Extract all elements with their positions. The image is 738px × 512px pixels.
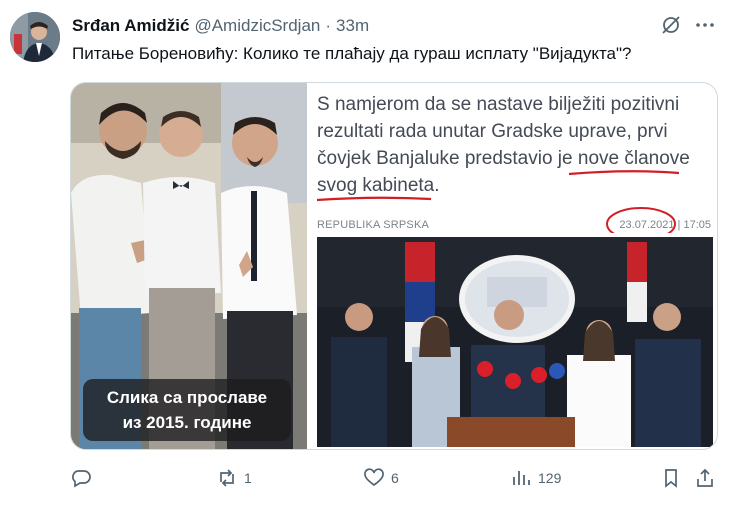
author-name[interactable]: Srđan Amidžić — [72, 16, 189, 36]
reply-icon — [72, 470, 91, 488]
share-icon — [697, 468, 713, 487]
article-screenshot: S namjerom da se nastave bilježiti pozit… — [307, 83, 717, 449]
bookmark-button[interactable] — [660, 466, 682, 490]
repost-button[interactable]: 1 — [216, 466, 252, 490]
repost-count: 1 — [244, 470, 252, 486]
share-button[interactable] — [694, 466, 716, 490]
views-icon — [513, 471, 530, 485]
article-time: 17:05 — [683, 219, 711, 231]
like-icon — [364, 468, 384, 487]
tweet-actions: 1 6 129 — [70, 466, 720, 490]
separator-dot: · — [325, 16, 332, 35]
views-count: 129 — [538, 470, 562, 486]
more-icon[interactable] — [694, 14, 716, 41]
tweet-media[interactable]: Слика са прославе из 2015. године S namj… — [70, 82, 718, 450]
author-handle[interactable]: @AmidzicSrdjan — [194, 16, 320, 36]
article-date: 23.07.2021 | 17:05 — [619, 219, 711, 231]
bookmark-icon — [665, 469, 677, 488]
caption-line-1: Слика са прославе — [106, 388, 268, 407]
views-button[interactable]: 129 — [510, 466, 561, 490]
like-count: 6 — [391, 470, 399, 486]
grok-icon[interactable] — [660, 14, 682, 41]
like-button[interactable]: 6 — [363, 466, 399, 490]
repost-icon — [220, 469, 234, 487]
press-conference-photo — [317, 237, 713, 447]
photo-caption: Слика са прославе из 2015. године — [83, 379, 291, 441]
article-date-value: 23.07.2021 — [619, 219, 675, 231]
caption-line-2: из 2015. године — [122, 413, 252, 432]
tweet-header: Srđan Amidžić @AmidzicSrdjan · 33m — [72, 14, 726, 38]
tweet-time[interactable]: 33m — [336, 16, 369, 36]
reply-button[interactable] — [70, 466, 98, 490]
red-underlines — [316, 170, 680, 233]
party-photo: Слика са прославе из 2015. године — [71, 83, 307, 449]
source-label: REPUBLIKA SRPSKA — [317, 219, 430, 231]
avatar-image — [10, 12, 60, 62]
tweet-text: Питање Бореновићу: Колико те плаћају да … — [72, 44, 632, 63]
avatar[interactable] — [10, 12, 60, 62]
date-separator: | — [677, 219, 681, 231]
